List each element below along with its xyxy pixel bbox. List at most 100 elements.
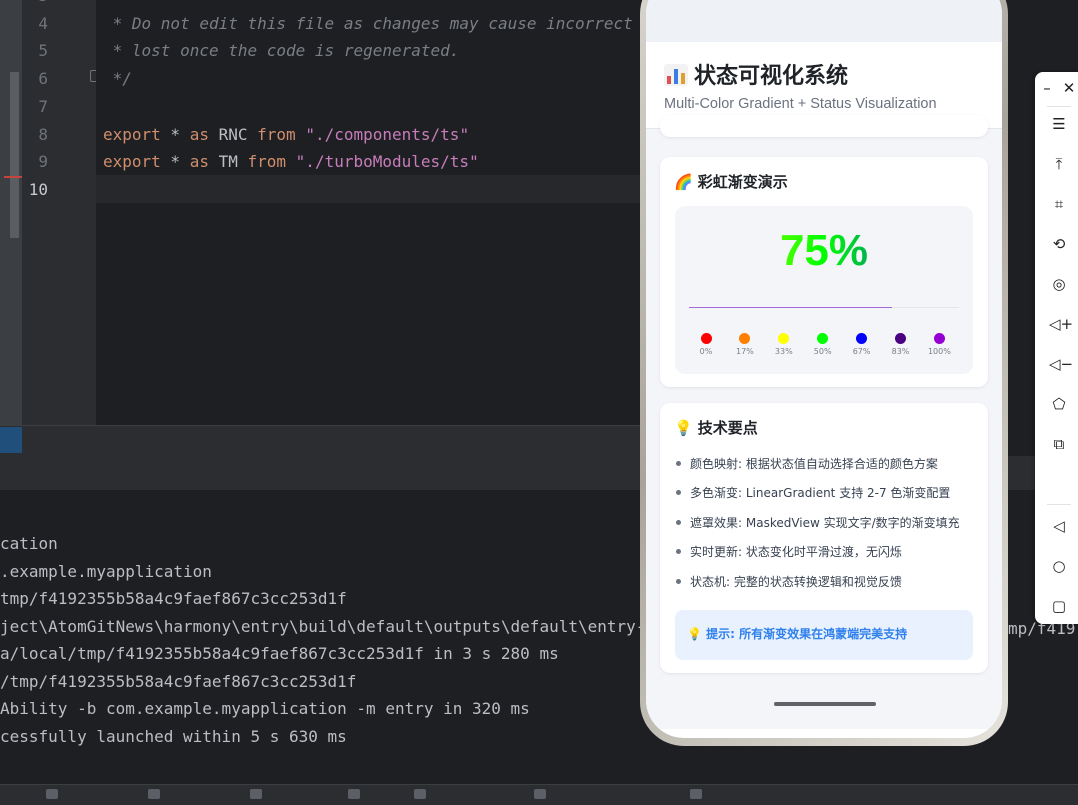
line-number: 9: [38, 152, 48, 172]
bullet-icon: [676, 490, 681, 496]
home-indicator[interactable]: [774, 702, 876, 706]
current-line-highlight: [96, 175, 640, 203]
console-line: cessfully launched within 5 s 630 ms: [0, 726, 347, 746]
rainbow-card-title-text: 彩虹渐变演示: [697, 173, 788, 191]
color-stop-label: 100%: [927, 347, 951, 356]
code-token: as: [189, 124, 209, 144]
rotate-icon[interactable]: ⟲: [1049, 234, 1069, 254]
bar-chart-icon: [664, 64, 688, 86]
code-token: from: [247, 152, 287, 172]
error-marker: [4, 176, 22, 178]
lightbulb-icon: 💡: [674, 419, 693, 437]
code-token: *: [160, 152, 190, 172]
page-title-text: 状态可视化系统: [694, 64, 849, 89]
code-token: */: [103, 69, 132, 89]
console-line: cation: [0, 534, 58, 553]
gradient-percent: 75%: [675, 226, 973, 276]
status-icon[interactable]: [690, 789, 702, 799]
volume-down-icon[interactable]: ◁−: [1049, 354, 1073, 374]
screenshot-icon[interactable]: ◎: [1049, 274, 1069, 294]
console-line: Ability -b com.example.myapplication -m …: [0, 699, 530, 718]
line-number-gutter: 3 4 5 6 7 8 9 10: [22, 0, 100, 425]
toolbar-divider: [1047, 106, 1071, 107]
rainbow-card: 🌈 彩虹渐变演示 75% 0% 17% 33% 50% 67% 83% 100%: [660, 157, 988, 387]
hint-box: 💡 提示: 所有渐变效果在鸿蒙端完美支持: [675, 610, 973, 660]
code-line: export * as TM from "./turboModules/ts": [103, 152, 479, 171]
tip-item: 状态机: 完整的状态转换逻辑和视觉反馈: [676, 573, 902, 590]
code-line: export * as RNC from "./components/ts": [103, 125, 469, 144]
status-icon[interactable]: [148, 789, 160, 799]
code-token: "./turboModules/ts": [295, 152, 479, 172]
code-line: * Do not edit this file as changes may c…: [103, 14, 640, 33]
multi-screen-icon[interactable]: ⧉: [1049, 434, 1069, 454]
color-stop: 67%: [844, 333, 880, 356]
code-token: TM: [208, 152, 248, 172]
tip-item: 遮罩效果: MaskedView 实现文字/数字的渐变填充: [676, 514, 960, 531]
page-subtitle: Multi-Color Gradient + Status Visualizat…: [664, 96, 937, 112]
console-line: .example.myapplication: [0, 561, 212, 581]
back-icon[interactable]: ◁: [1049, 516, 1069, 536]
color-stop-label: 83%: [891, 347, 910, 356]
status-icon[interactable]: [534, 789, 546, 799]
code-token: "./components/ts": [305, 124, 470, 144]
minimize-icon[interactable]: –: [1037, 78, 1057, 98]
rainbow-card-title: 🌈 彩虹渐变演示: [674, 171, 788, 192]
code-token: * lost once the code is regenerated.: [103, 41, 460, 61]
tip-item: 实时更新: 状态变化时平滑过渡，无闪烁: [676, 543, 902, 560]
volume-up-icon[interactable]: ◁+: [1049, 314, 1073, 334]
scroll-content[interactable]: 🌈 彩虹渐变演示 75% 0% 17% 33% 50% 67% 83% 100% 💡 技术要点 …: [646, 115, 1002, 729]
code-token: as: [189, 152, 209, 172]
phone-screen[interactable]: 状态可视化系统 Multi-Color Gradient + Status Vi…: [646, 0, 1002, 738]
code-line: *: [103, 0, 123, 5]
code-token: *: [160, 124, 190, 144]
toolbar-divider: [1047, 504, 1071, 505]
tip-text: 实时更新: 状态变化时平滑过渡，无闪烁: [690, 545, 902, 560]
menu-icon[interactable]: ☰: [1049, 114, 1069, 134]
bullet-icon: [676, 578, 681, 584]
color-stop-label: 50%: [813, 347, 832, 356]
color-stop: 0%: [688, 333, 724, 356]
editor-scroll-thumb[interactable]: [10, 72, 19, 238]
color-dot: [933, 333, 945, 344]
tips-card-title-text: 技术要点: [697, 419, 758, 437]
status-icon[interactable]: [46, 789, 58, 799]
line-number: 4: [38, 13, 48, 33]
previous-card: [660, 115, 988, 137]
tip-item: 多色渐变: LinearGradient 支持 2-7 色渐变配置: [676, 484, 950, 501]
line-number: 3: [22, 0, 48, 5]
rainbow-icon: 🌈: [674, 173, 693, 191]
color-stop-label: 0%: [699, 347, 713, 356]
line-number: 5: [38, 41, 48, 61]
editor-scroll-strip[interactable]: [0, 0, 22, 425]
status-icon[interactable]: [250, 789, 262, 799]
pin-top-icon[interactable]: ⤒: [1049, 154, 1069, 174]
code-token: export: [103, 152, 161, 172]
code-token: from: [257, 124, 296, 144]
close-icon[interactable]: ✕: [1059, 78, 1078, 98]
tip-text: 颜色映射: 根据状态值自动选择合适的颜色方案: [690, 457, 938, 471]
color-dot: [856, 333, 868, 344]
line-number: 7: [38, 96, 48, 116]
status-icon[interactable]: [414, 789, 426, 799]
code-editor[interactable]: * * Do not edit this file as changes may…: [96, 0, 640, 425]
page-title: 状态可视化系统: [664, 58, 848, 90]
gradient-demo-box: 75% 0% 17% 33% 50% 67% 83% 100%: [675, 206, 973, 374]
bullet-icon: [676, 519, 681, 525]
progress-track: [689, 307, 959, 308]
console-line: a/local/tmp/f4192355b58a4c9faef867c3cc25…: [0, 644, 559, 663]
editor-indicator: [0, 427, 22, 453]
console-line: /tmp/f4192355b58a4c9faef867c3cc253d1f: [0, 671, 357, 691]
emulator-side-toolbar: – ✕ ☰ ⤒ ⌗ ⟲ ◎ ◁+ ◁− ⬠ ⧉ ◁ ○ ▢: [1035, 72, 1078, 624]
home-icon[interactable]: ○: [1049, 556, 1069, 576]
code-token: export: [103, 124, 161, 144]
code-token: *: [103, 0, 123, 5]
shake-icon[interactable]: ⬠: [1049, 394, 1069, 414]
recents-icon[interactable]: ▢: [1049, 596, 1069, 616]
tip-item: 颜色映射: 根据状态值自动选择合适的颜色方案: [676, 455, 938, 472]
code-line: */: [103, 69, 132, 88]
crop-icon[interactable]: ⌗: [1049, 194, 1069, 214]
ide-status-bar: [0, 784, 1078, 805]
status-icon[interactable]: [348, 789, 360, 799]
